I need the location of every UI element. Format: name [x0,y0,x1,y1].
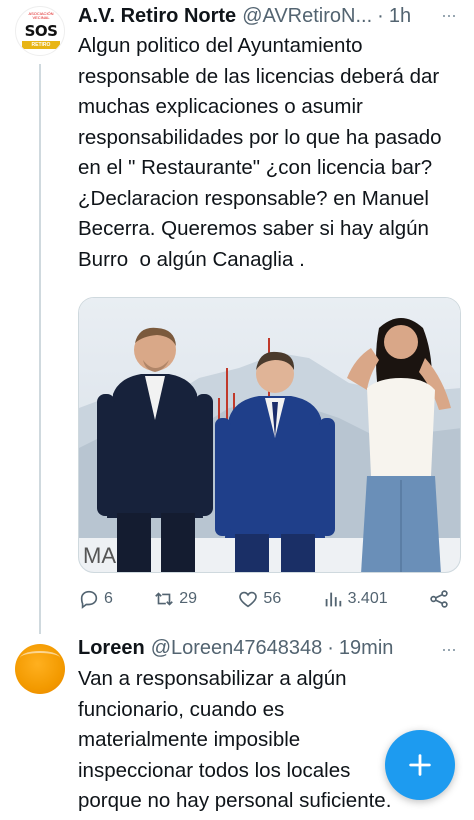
separator-dot: · [377,4,384,27]
share-button[interactable] [428,588,450,610]
avatar[interactable]: ASOCIACIÓN VECINAL SOS RETIRO [15,6,65,56]
timestamp[interactable]: 1h [389,5,411,28]
tweet-header: A.V. Retiro Norte @AVRetiroN... · 1h [78,2,411,30]
retweet-count: 29 [179,590,198,607]
tweet-header: Loreen @Loreen47648348 · 19min [78,634,393,662]
views-count: 3.401 [347,590,388,607]
heart-icon [239,591,258,608]
author-name[interactable]: Loreen [78,637,145,660]
tweet[interactable]: ASOCIACIÓN VECINAL SOS RETIRO A.V. Retir… [0,0,474,628]
more-options-icon[interactable]: ··· [441,6,457,24]
retweet-icon [155,592,174,606]
plus-icon [409,754,431,776]
like-count: 56 [263,590,282,607]
author-name[interactable]: A.V. Retiro Norte [78,5,236,28]
compose-button[interactable] [385,730,455,800]
views-button[interactable]: 3.401 [322,588,388,610]
reply-button[interactable]: 6 [78,588,113,610]
reply-icon [80,590,98,609]
share-icon [430,590,448,608]
avatar-logo-text: SOS [24,22,58,40]
timestamp[interactable]: 19min [339,637,393,660]
tweet-media-image[interactable]: MA [78,297,461,573]
tweet-actions: 6 29 56 3.401 [78,584,450,614]
avatar-logo-top-text: ASOCIACIÓN VECINAL [28,11,54,20]
tweet-text: Algun politico del Ayuntamiento responsa… [78,34,448,271]
author-handle[interactable]: @AVRetiroN... [242,5,372,28]
like-button[interactable]: 56 [237,588,281,610]
avatar-logo-bar: RETIRO [22,41,60,49]
separator-dot: · [327,636,334,659]
avatar[interactable] [15,644,65,694]
svg-text:MA: MA [83,543,116,568]
retweet-button[interactable]: 29 [153,588,197,610]
author-handle[interactable]: @Loreen47648348 [151,637,323,660]
reply-count: 6 [104,590,113,607]
media-photo: MA [79,298,460,572]
more-options-icon[interactable]: ··· [441,640,457,658]
views-chart-icon [325,592,341,607]
tweet-text: Van a responsabilizar a algún funcionari… [78,667,392,812]
